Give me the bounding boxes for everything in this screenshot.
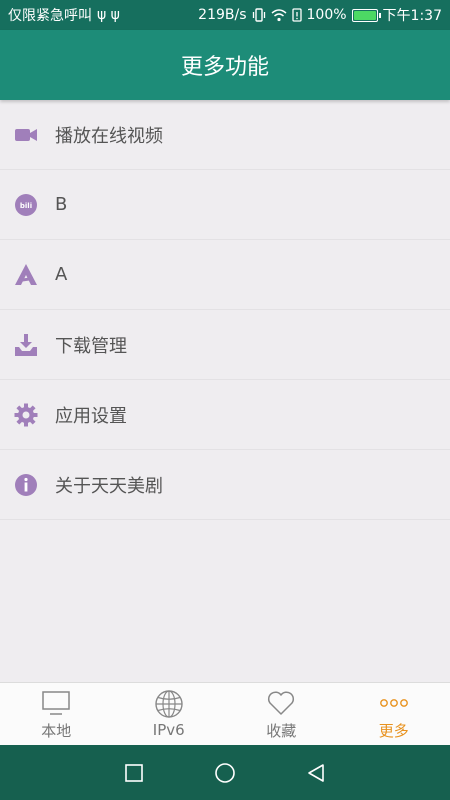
tab-local[interactable]: 本地 [0, 683, 113, 745]
video-camera-icon [14, 123, 38, 147]
clock: 下午1:37 [382, 8, 442, 24]
tab-label: 收藏 [266, 721, 297, 740]
download-tray-icon [14, 333, 38, 357]
app-bar: 更多功能 [0, 30, 450, 100]
page-title: 更多功能 [180, 55, 269, 80]
menu-label: 关于天天美剧 [55, 475, 163, 497]
sim-alert-icon [291, 8, 302, 22]
menu-label: A [55, 264, 68, 285]
menu-item-acfun[interactable]: A [0, 240, 450, 310]
status-left: 仅限紧急呼叫 ψ ψ [8, 5, 120, 25]
globe-icon [154, 689, 184, 719]
menu-label: B [55, 194, 68, 215]
menu-label: 应用设置 [55, 405, 127, 427]
usb-icon: ψ ψ [97, 7, 120, 23]
home-icon[interactable] [214, 762, 236, 784]
menu-item-play-online-video[interactable]: 播放在线视频 [0, 100, 450, 170]
acfun-icon [14, 263, 38, 287]
heart-icon [266, 688, 296, 718]
menu-label: 播放在线视频 [55, 125, 163, 147]
tab-label: IPv6 [152, 721, 185, 739]
svg-text:bili: bili [20, 202, 32, 210]
status-right: 219B/s 100% 下午1:37 [198, 5, 442, 25]
status-bar: 仅限紧急呼叫 ψ ψ 219B/s 100% 下午1:37 [0, 0, 450, 30]
tab-favorites[interactable]: 收藏 [225, 683, 338, 745]
more-dots-icon [379, 688, 409, 718]
info-icon [14, 473, 38, 497]
tab-label: 本地 [41, 721, 72, 740]
bottom-tab-bar: 本地 IPv6 收藏 更多 [0, 682, 450, 745]
tab-more[interactable]: 更多 [338, 683, 450, 745]
menu-item-bilibili[interactable]: bili B [0, 170, 450, 240]
monitor-icon [41, 688, 71, 718]
recent-apps-icon[interactable] [124, 763, 144, 783]
back-icon[interactable] [306, 763, 326, 783]
system-nav-bar [0, 745, 450, 800]
carrier-text: 仅限紧急呼叫 [8, 8, 92, 24]
bilibili-icon: bili [14, 193, 38, 217]
net-speed: 219B/s [198, 7, 247, 23]
menu-label: 下载管理 [55, 335, 127, 357]
vibrate-icon [252, 8, 265, 22]
menu-item-download-manager[interactable]: 下载管理 [0, 310, 450, 380]
menu-item-app-settings[interactable]: 应用设置 [0, 380, 450, 450]
battery-percent: 100% [306, 7, 347, 23]
menu-item-about[interactable]: 关于天天美剧 [0, 450, 450, 520]
gear-icon [14, 403, 38, 427]
wifi-icon [271, 9, 287, 22]
battery-icon [351, 8, 381, 22]
tab-ipv6[interactable]: IPv6 [113, 683, 226, 745]
tab-label: 更多 [378, 721, 409, 740]
menu-list: 播放在线视频 bili B A 下载管理 应用设置 关于天天美剧 [0, 100, 450, 520]
